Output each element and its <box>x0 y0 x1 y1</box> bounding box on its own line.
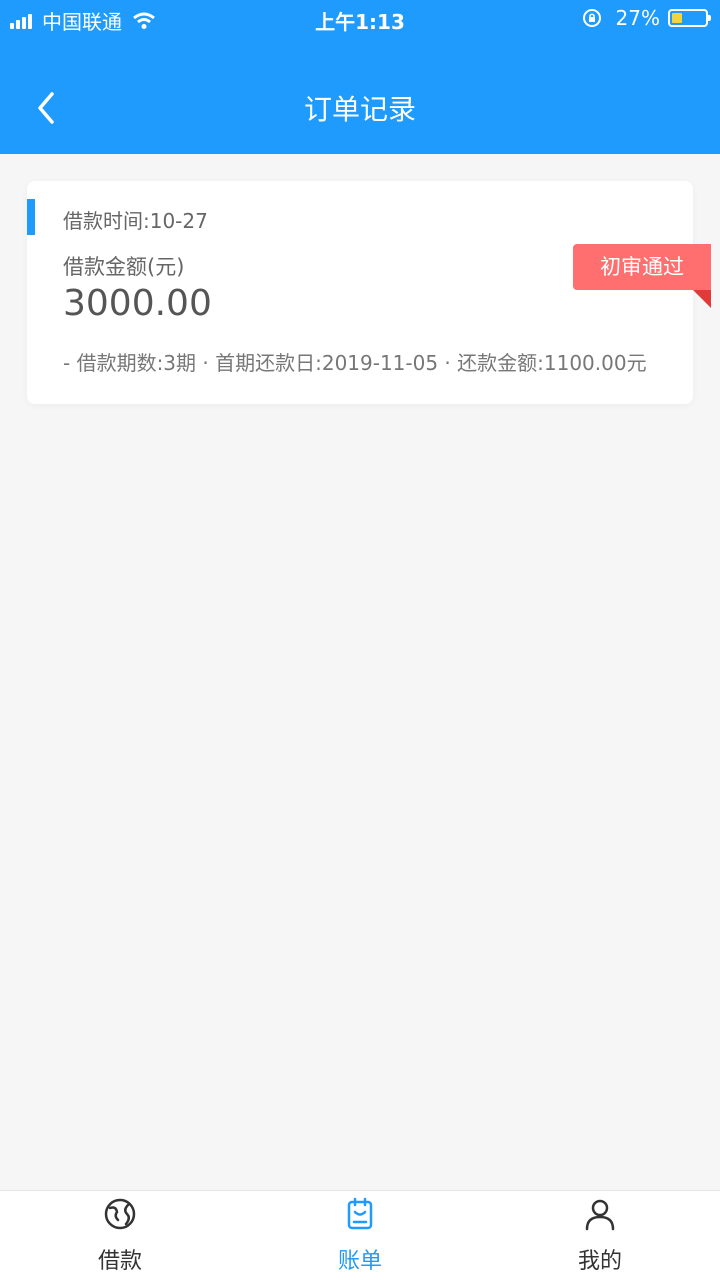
tab-mine[interactable]: 我的 <box>480 1191 720 1280</box>
status-bar: 中国联通 上午1:13 27% <box>0 0 720 40</box>
order-card[interactable]: 借款时间:10-27 借款金额(元) 3000.00 - 借款期数:3期 · 首… <box>27 181 693 404</box>
page-title: 订单记录 <box>303 93 416 126</box>
card-accent-bar <box>27 199 35 235</box>
rotation-lock-icon <box>582 9 601 27</box>
status-right: 27% <box>582 6 711 30</box>
badge-fold <box>693 290 711 308</box>
bill-icon <box>347 1197 373 1230</box>
tab-label: 借款 <box>97 1249 142 1274</box>
loan-details: - 借款期数:3期 · 首期还款日:2019-11-05 · 还款金额:1100… <box>63 351 647 375</box>
tab-label: 账单 <box>337 1249 382 1274</box>
loan-amount: 3000.00 <box>63 283 212 324</box>
status-badge: 初审通过 <box>573 244 711 290</box>
app-header: 中国联通 上午1:13 27% 订单记录 <box>0 0 720 154</box>
amount-label: 借款金额(元) <box>63 255 185 279</box>
tab-loan[interactable]: 借款 <box>0 1191 240 1280</box>
nav-bar: 订单记录 <box>0 60 720 154</box>
battery-icon <box>668 9 711 27</box>
tab-label: 我的 <box>577 1249 622 1274</box>
globe-icon <box>104 1198 136 1230</box>
tab-bill[interactable]: 账单 <box>240 1191 480 1280</box>
tab-bar: 借款 账单 我的 <box>0 1190 720 1280</box>
loan-time: 借款时间:10-27 <box>63 209 208 233</box>
battery-percent: 27% <box>615 6 660 30</box>
user-icon <box>585 1199 615 1231</box>
